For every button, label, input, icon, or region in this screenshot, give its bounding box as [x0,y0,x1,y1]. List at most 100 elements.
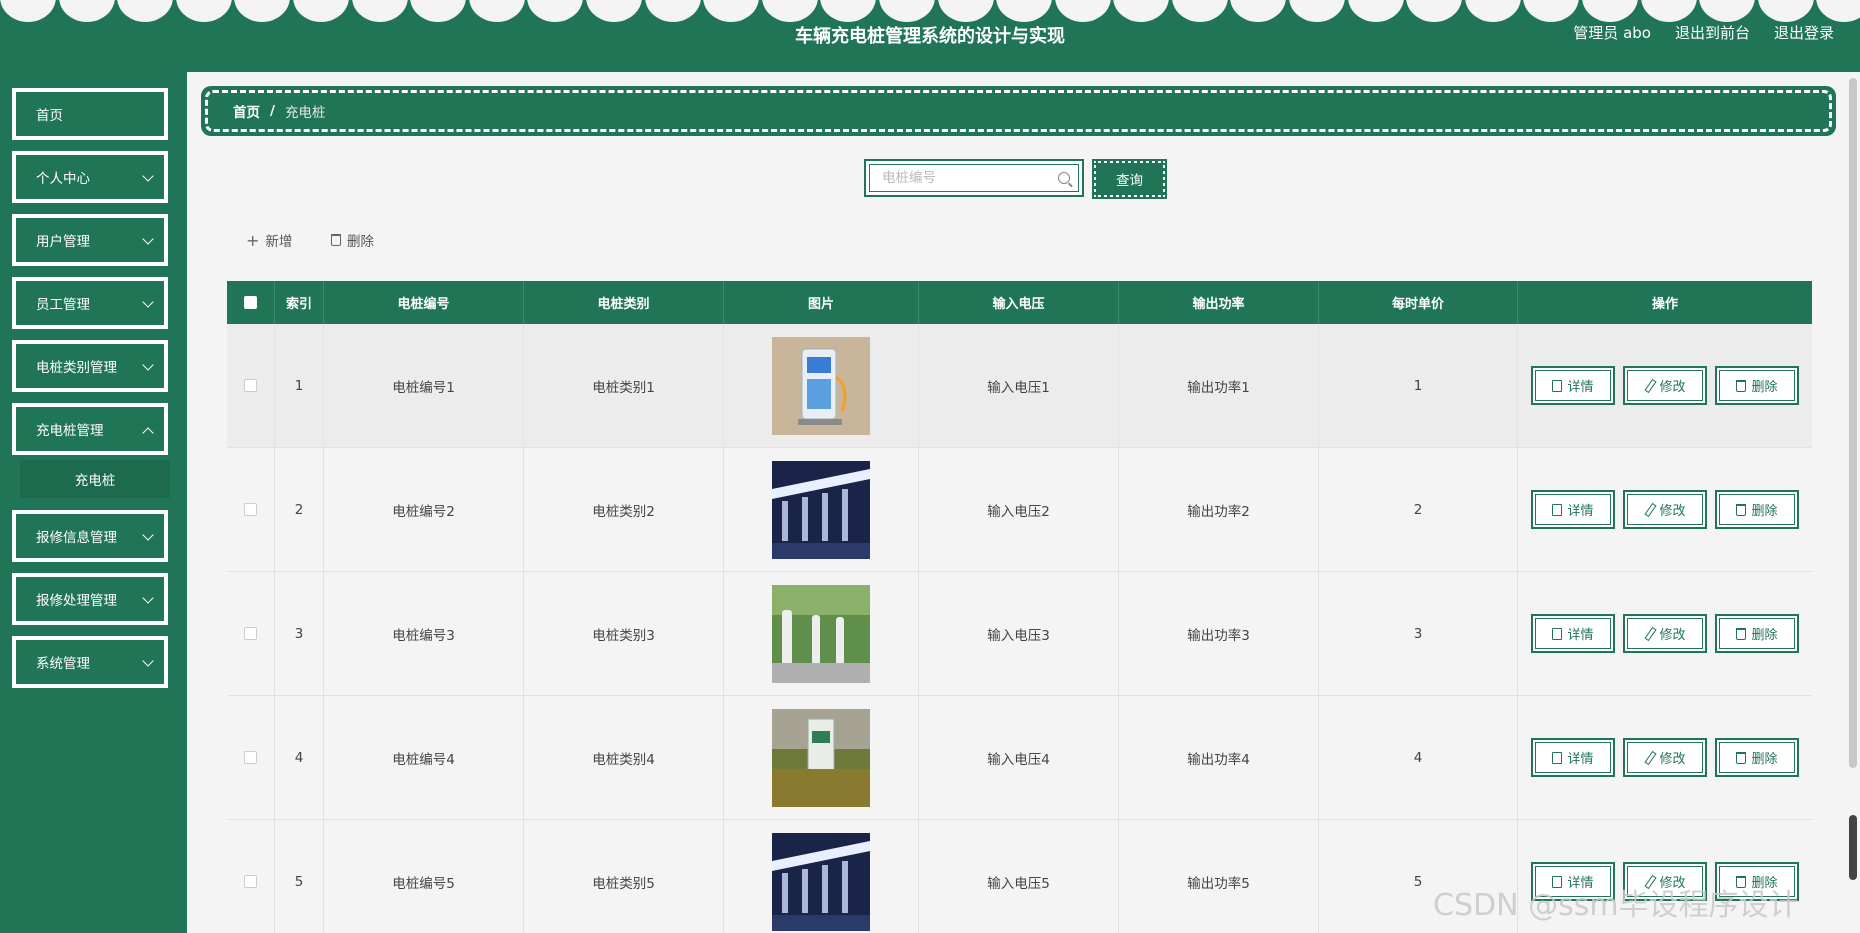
charging-station-image[interactable] [772,336,870,435]
cell-price: 2 [1319,448,1518,571]
edit-button[interactable]: 修改 [1623,614,1707,653]
table-row[interactable]: 2 电桩编号2 电桩类别2 输入电压2 输出功率2 2 详情 修改 删除 [227,448,1812,572]
batch-delete-button[interactable]: 删除 [331,230,374,250]
cell-price: 4 [1319,696,1518,819]
cell-operations: 详情 修改 删除 [1518,572,1812,695]
table-row[interactable]: 4 电桩编号4 电桩类别4 输入电压4 输出功率4 4 详情 修改 删除 [227,696,1812,820]
header-voltage[interactable]: 输入电压 [919,281,1119,324]
trash-icon [1736,503,1747,516]
row-checkbox[interactable] [244,627,257,640]
cell-price: 1 [1319,324,1518,447]
pencil-icon [1644,504,1654,516]
sidebar-item-staff-management[interactable]: 员工管理 [12,277,168,329]
document-icon [1552,751,1563,764]
query-button[interactable]: 查询 [1092,159,1167,199]
cell-voltage: 输入电压3 [919,572,1119,695]
edit-label: 修改 [1659,752,1686,767]
charging-station-image[interactable] [772,708,870,807]
row-checkbox[interactable] [244,751,257,764]
cell-code: 电桩编号2 [324,448,524,571]
logout-link[interactable]: 退出登录 [1774,22,1834,43]
delete-button[interactable]: 删除 [1715,366,1799,405]
detail-button[interactable]: 详情 [1531,490,1615,529]
chevron-down-icon [142,655,154,667]
delete-button[interactable]: 删除 [1715,490,1799,529]
sidebar-item-charging-pile-management[interactable]: 充电桩管理 [12,403,168,455]
breadcrumb-current: 充电桩 [284,105,326,121]
pencil-icon [1644,752,1654,764]
cell-operations: 详情 修改 删除 [1518,324,1812,447]
cell-image [724,820,919,933]
detail-button[interactable]: 详情 [1531,366,1615,405]
sidebar-item-system-management[interactable]: 系统管理 [12,636,168,688]
page-scrollbar[interactable] [1849,78,1857,768]
header-price[interactable]: 每时单价 [1319,281,1518,324]
cell-code: 电桩编号1 [324,324,524,447]
edit-label: 修改 [1659,504,1686,519]
trash-icon [1736,379,1747,392]
cell-index: 4 [275,696,324,819]
sidebar: 首页 个人中心 用户管理 员工管理 电桩类别管理 充电桩管理 充电桩 报修信息管… [0,72,187,933]
scrollbar-thumb[interactable] [1849,815,1857,880]
charging-station-image[interactable] [772,460,870,559]
back-to-front-link[interactable]: 退出到前台 [1675,22,1750,43]
table-row[interactable]: 3 电桩编号3 电桩类别3 输入电压3 输出功率3 3 详情 修改 删除 [227,572,1812,696]
sidebar-item-repair-handling-management[interactable]: 报修处理管理 [12,573,168,625]
detail-label: 详情 [1567,504,1594,519]
sidebar-item-label: 报修处理管理 [36,593,117,609]
app-header: 车辆充电桩管理系统的设计与实现 管理员 abo 退出到前台 退出登录 [0,0,1860,72]
cell-image [724,448,919,571]
search-field [864,159,1084,197]
sidebar-item-label: 员工管理 [36,297,90,313]
search-icon[interactable] [1058,172,1070,184]
sidebar-subitem-charging-pile[interactable]: 充电桩 [20,460,170,498]
select-all-checkbox[interactable] [244,296,257,309]
add-button[interactable]: + 新增 [246,230,293,251]
header-category[interactable]: 电桩类别 [524,281,724,324]
cell-power: 输出功率5 [1119,820,1319,933]
sidebar-item-pile-category-management[interactable]: 电桩类别管理 [12,340,168,392]
delete-label: 删除 [1751,504,1778,519]
sidebar-item-label: 首页 [36,108,63,124]
header-operations: 操作 [1651,297,1678,312]
detail-button[interactable]: 详情 [1531,614,1615,653]
sidebar-item-repair-info-management[interactable]: 报修信息管理 [12,510,168,562]
cell-category: 电桩类别5 [524,820,724,933]
watermark: CSDN @ssm毕设程序设计 [1433,888,1799,923]
sidebar-item-home[interactable]: 首页 [12,88,168,140]
delete-label: 删除 [1751,628,1778,643]
row-checkbox[interactable] [244,503,257,516]
user-label[interactable]: 管理员 abo [1573,22,1651,43]
delete-button[interactable]: 删除 [1715,614,1799,653]
cell-index: 2 [275,448,324,571]
detail-button[interactable]: 详情 [1531,738,1615,777]
sidebar-item-label: 系统管理 [36,656,90,672]
cell-code: 电桩编号4 [324,696,524,819]
sidebar-item-user-management[interactable]: 用户管理 [12,214,168,266]
table-row[interactable]: 1 电桩编号1 电桩类别1 输入电压1 输出功率1 1 详情 修改 删除 [227,324,1812,448]
cell-voltage: 输入电压4 [919,696,1119,819]
cell-power: 输出功率1 [1119,324,1319,447]
row-checkbox[interactable] [244,379,257,392]
breadcrumb-separator: / [270,103,275,119]
row-select-cell [227,448,275,571]
edit-button[interactable]: 修改 [1623,738,1707,777]
header-code[interactable]: 电桩编号 [324,281,524,324]
charging-station-image[interactable] [772,584,870,683]
header-power[interactable]: 输出功率 [1119,281,1319,324]
row-select-cell [227,572,275,695]
add-button-label: 新增 [265,234,293,250]
chevron-down-icon [142,233,154,245]
breadcrumb: 首页 / 充电桩 [201,86,1836,136]
sidebar-item-personal-center[interactable]: 个人中心 [12,151,168,203]
edit-button[interactable]: 修改 [1623,366,1707,405]
cell-category: 电桩类别3 [524,572,724,695]
search-input[interactable] [882,170,1058,186]
cell-image [724,572,919,695]
edit-button[interactable]: 修改 [1623,490,1707,529]
delete-button[interactable]: 删除 [1715,738,1799,777]
cell-category: 电桩类别1 [524,324,724,447]
breadcrumb-home[interactable]: 首页 [233,101,260,121]
row-checkbox[interactable] [244,875,257,888]
charging-station-image[interactable] [772,832,870,931]
